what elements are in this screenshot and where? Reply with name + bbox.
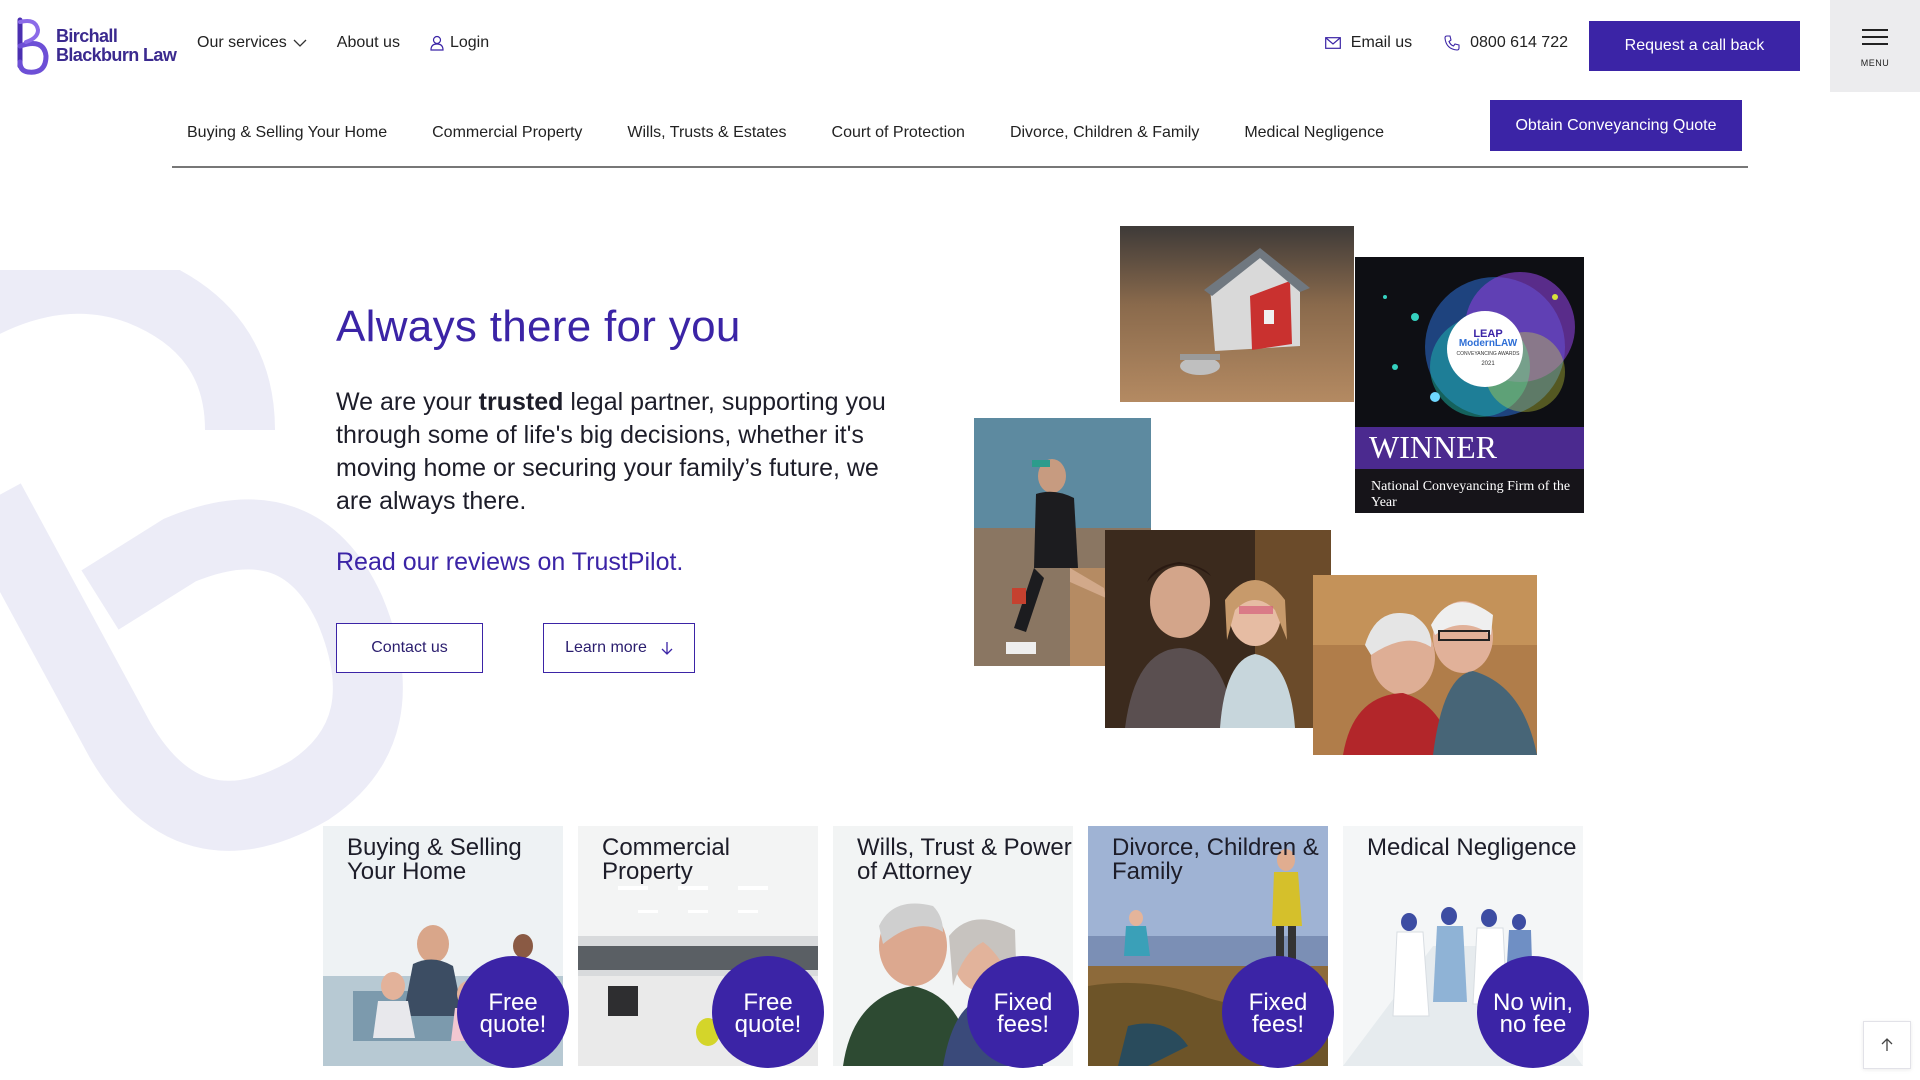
- nav-login[interactable]: Login: [430, 34, 489, 52]
- user-icon: [430, 35, 444, 51]
- service-card-divorce-family-badge: Fixed fees!: [1222, 956, 1334, 1068]
- obtain-conveyancing-quote-button[interactable]: Obtain Conveyancing Quote: [1490, 100, 1742, 151]
- service-card-commercial-property-title: Commercial Property: [602, 834, 731, 885]
- hero-intro-bold: trusted: [478, 388, 564, 416]
- nav-login-label: Login: [449, 34, 490, 51]
- nav-about-us-label: About us: [336, 34, 400, 51]
- service-nav-commercial-property[interactable]: Commercial Property: [432, 124, 582, 142]
- award-badge-sub: CONVEYANCING AWARDS: [1456, 351, 1520, 357]
- service-nav: Buying & Selling Your Home Commercial Pr…: [172, 100, 1748, 168]
- award-winner-panel: LEAP ModernLAW CONVEYANCING AWARDS 2021 …: [1355, 257, 1584, 513]
- phone-number: 0800 614 722: [1470, 34, 1568, 51]
- house-keys-photo: [1120, 226, 1354, 402]
- email-us-label: Email us: [1350, 34, 1413, 51]
- hero-intro-start: We are your: [336, 388, 479, 416]
- service-card-wills-title: Wills, Trust & Power of Attorney: [857, 834, 1072, 885]
- back-to-top-button[interactable]: [1863, 1021, 1911, 1069]
- service-card-commercial-property-badge: Free quote!: [712, 956, 824, 1068]
- top-nav: Our services About us Login: [197, 34, 489, 52]
- nav-our-services-label: Our services: [197, 34, 287, 51]
- email-us-link[interactable]: Email us: [1324, 34, 1413, 52]
- award-badge-modernlaw: ModernLAW: [1458, 338, 1518, 349]
- nav-our-services[interactable]: Our services: [197, 34, 307, 52]
- phone-icon: [1444, 35, 1460, 51]
- arrow-down-icon: [661, 642, 673, 655]
- arrow-up-icon: [1881, 1038, 1893, 1051]
- trustpilot-reviews-link[interactable]: Read our reviews on TrustPilot.: [336, 548, 896, 577]
- service-nav-court-of-protection[interactable]: Court of Protection: [832, 124, 965, 142]
- service-nav-divorce-family[interactable]: Divorce, Children & Family: [1010, 124, 1199, 142]
- menu-button[interactable]: MENU: [1830, 0, 1920, 92]
- service-nav-wills-trusts[interactable]: Wills, Trusts & Estates: [627, 124, 786, 142]
- nav-about-us[interactable]: About us: [337, 34, 400, 52]
- learn-more-button[interactable]: Learn more: [543, 623, 695, 673]
- award-badge-year: 2021: [1481, 361, 1495, 367]
- elderly-couple-photo: [1313, 575, 1537, 755]
- hero-buttons: Contact us Learn more: [336, 623, 896, 673]
- award-winner-text: WINNER: [1369, 429, 1497, 465]
- contact-links: Email us 0800 614 722: [1324, 34, 1568, 52]
- contact-us-label: Contact us: [371, 639, 448, 656]
- b-logo-icon: [17, 17, 49, 75]
- chevron-down-icon: [293, 39, 307, 47]
- service-card-divorce-family[interactable]: Divorce, Children & Family Fixed fees!: [1088, 826, 1334, 1068]
- service-card-medical-negligence[interactable]: Medical Negligence No win, no fee: [1343, 826, 1589, 1068]
- contact-us-button[interactable]: Contact us: [336, 623, 483, 673]
- mail-icon: [1324, 37, 1341, 49]
- hero-section: Always there for you We are your trusted…: [336, 302, 896, 673]
- award-badge: LEAP ModernLAW CONVEYANCING AWARDS 2021: [1453, 329, 1523, 369]
- service-card-buying-selling[interactable]: Buying & Selling Your Home Free quote!: [323, 826, 569, 1068]
- service-card-wills[interactable]: Wills, Trust & Power of Attorney Fixed f…: [833, 826, 1079, 1068]
- hero-intro: We are your trusted legal partner, suppo…: [336, 386, 896, 518]
- menu-label: MENU: [1860, 58, 1890, 68]
- site-header: Birchall Blackburn Law Our services Abou…: [0, 0, 1920, 92]
- logo-line-2: Blackburn Law: [56, 45, 177, 65]
- learn-more-label: Learn more: [565, 639, 647, 656]
- service-card-buying-selling-title: Buying & Selling Your Home: [347, 834, 522, 885]
- service-card-wills-badge: Fixed fees!: [967, 956, 1079, 1068]
- mother-daughter-photo: [1105, 530, 1331, 728]
- hamburger-icon: [1862, 24, 1888, 50]
- site-logo[interactable]: Birchall Blackburn Law: [14, 16, 177, 76]
- logo-line-1: Birchall: [56, 26, 118, 46]
- award-caption: National Conveyancing Firm of the Year: [1371, 479, 1571, 510]
- hero-title: Always there for you: [336, 302, 741, 351]
- phone-link[interactable]: 0800 614 722: [1444, 34, 1568, 52]
- service-card-medical-negligence-title: Medical Negligence: [1367, 834, 1577, 861]
- service-card-commercial-property[interactable]: Commercial Property Free quote!: [578, 826, 824, 1068]
- service-nav-buying-selling[interactable]: Buying & Selling Your Home: [187, 124, 387, 142]
- service-card-divorce-family-title: Divorce, Children & Family: [1112, 834, 1319, 885]
- service-card-buying-selling-badge: Free quote!: [457, 956, 569, 1068]
- request-callback-button[interactable]: Request a call back: [1589, 21, 1800, 71]
- service-nav-medical-negligence[interactable]: Medical Negligence: [1244, 124, 1384, 142]
- service-card-medical-negligence-badge: No win, no fee: [1477, 956, 1589, 1068]
